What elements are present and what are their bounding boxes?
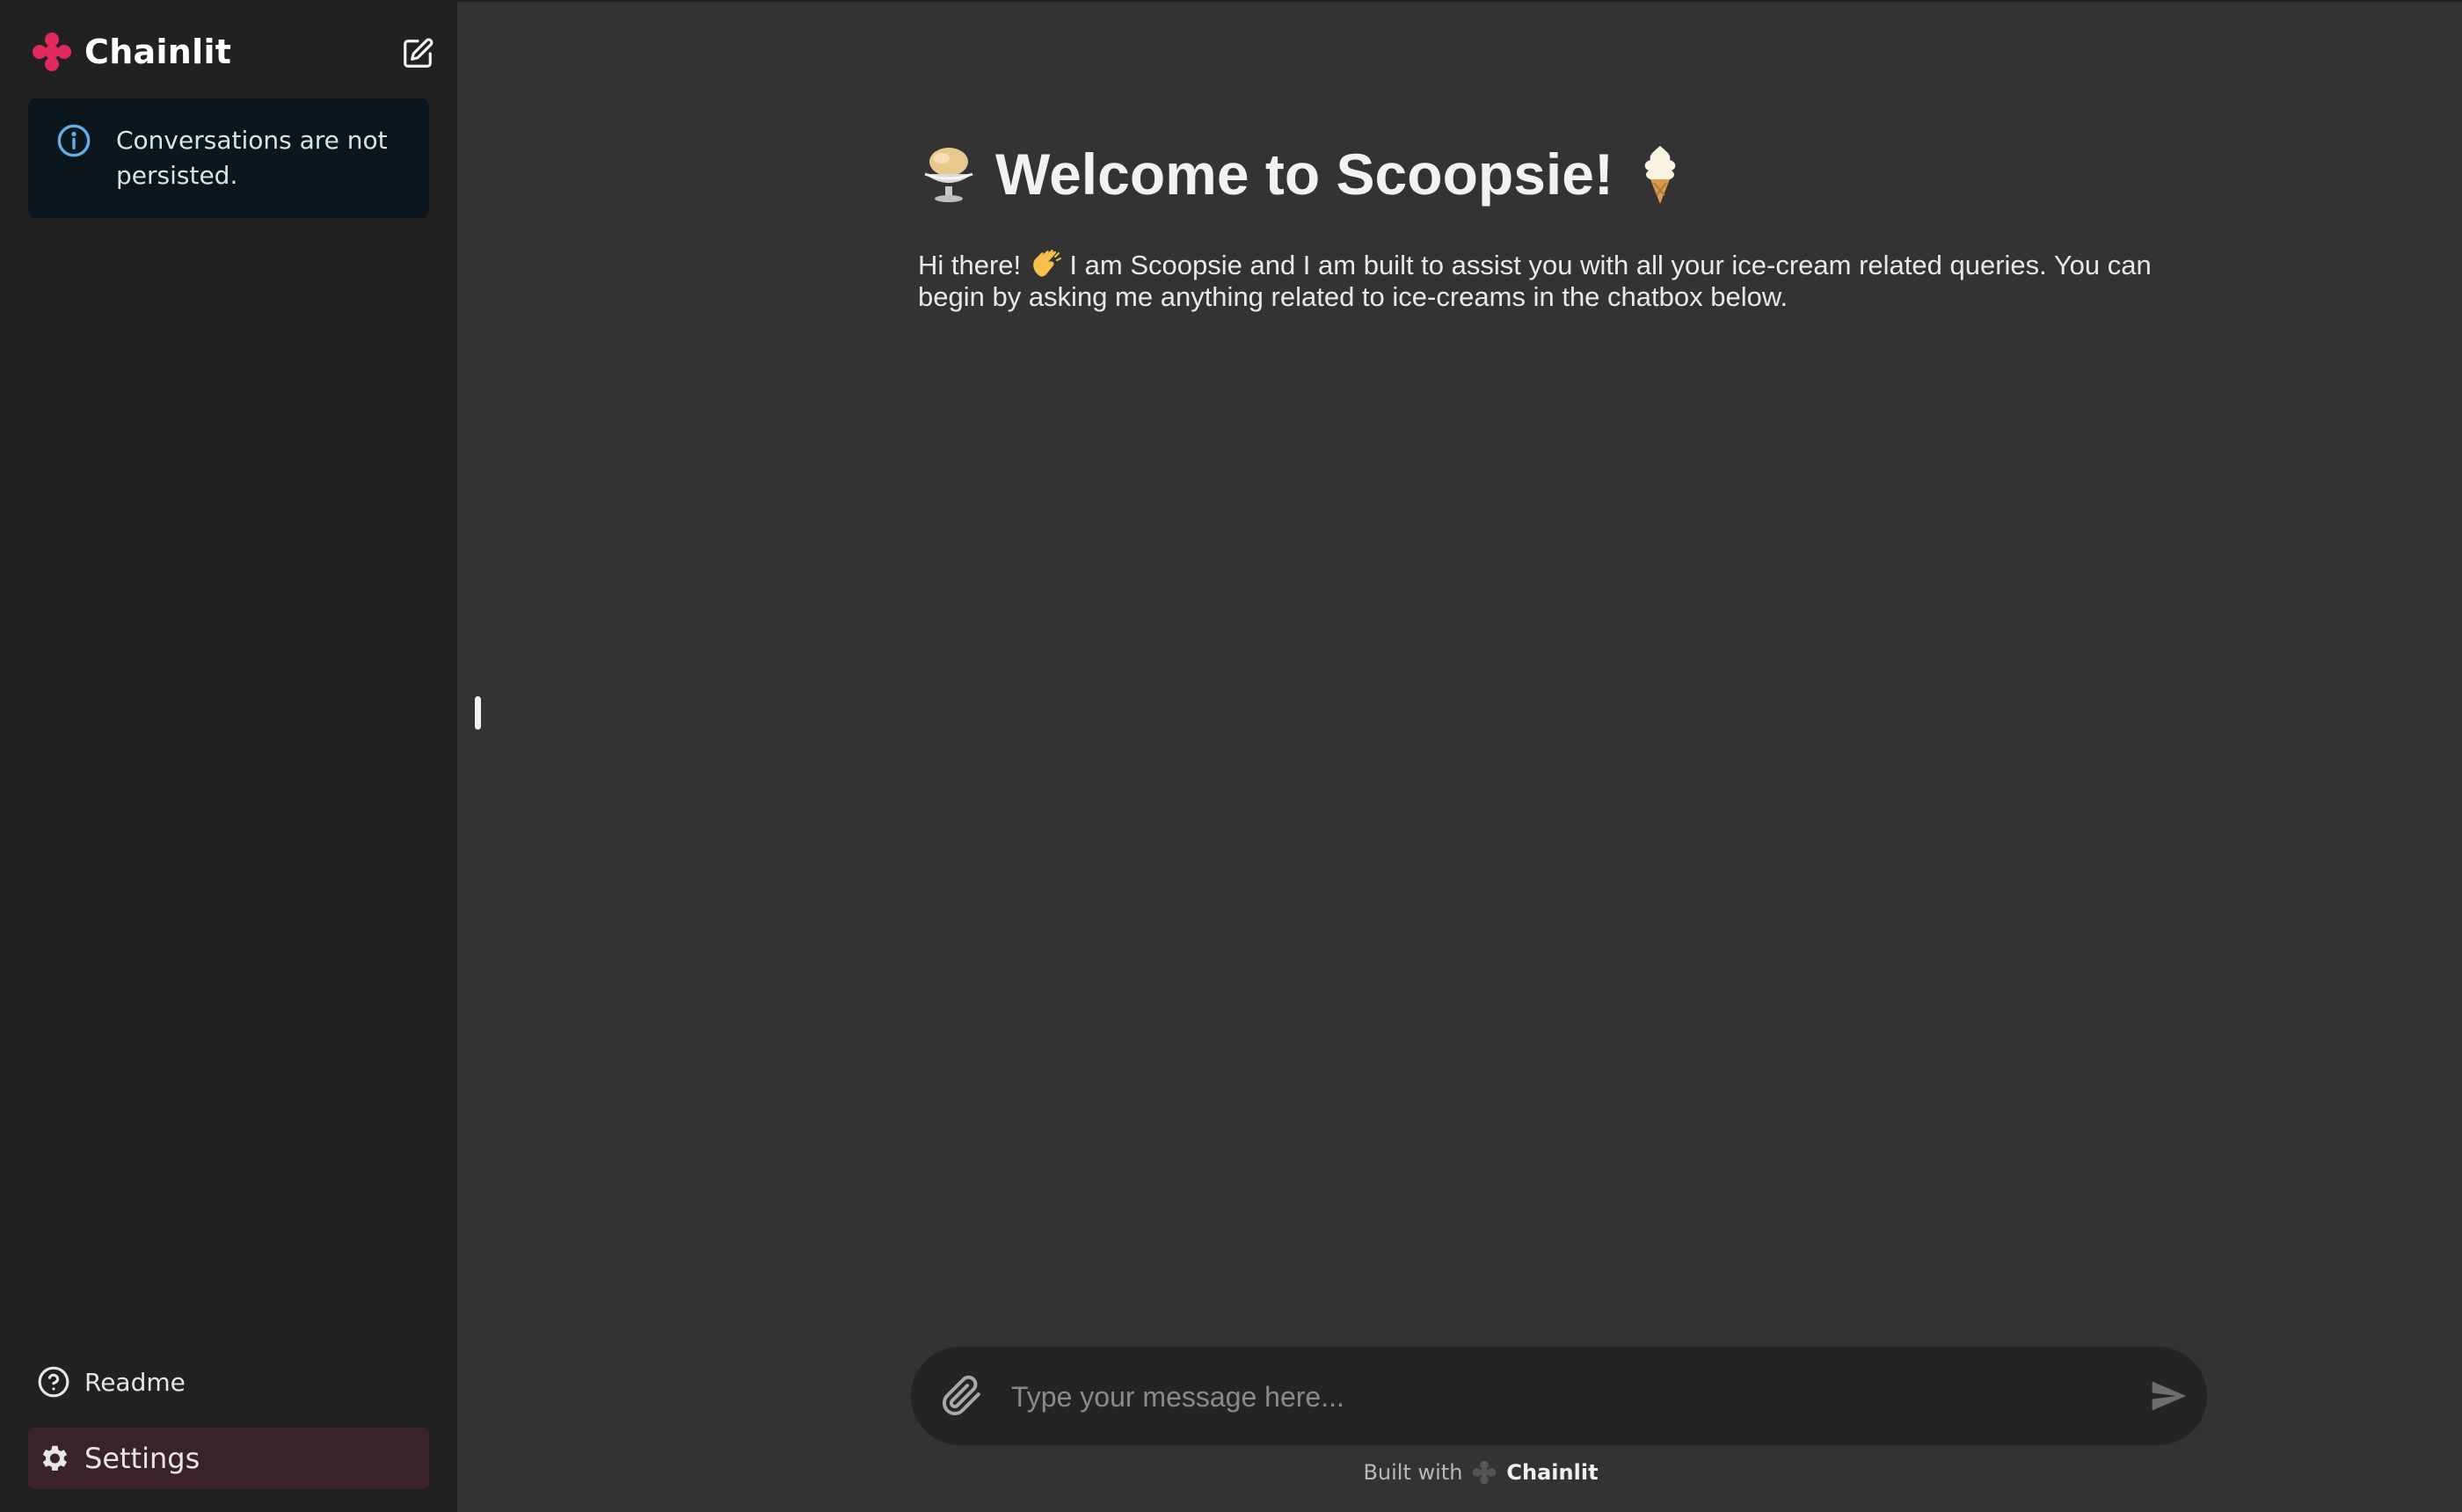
readme-link[interactable]: Readme (28, 1356, 429, 1408)
welcome-title-text: Welcome to Scoopsie! (995, 142, 1613, 207)
sidebar-resize-handle[interactable] (475, 696, 481, 730)
footer-built-with: Built with (1363, 1460, 1463, 1485)
ice-cream-sundae-icon (924, 148, 973, 202)
soft-ice-cream-icon (1644, 146, 1676, 204)
persistence-notice: Conversations are not persisted. (28, 98, 429, 218)
app-window: Chainlit Conversations are not persisted… (0, 0, 2462, 1512)
edit-icon (404, 38, 433, 68)
paperclip-icon[interactable] (941, 1375, 983, 1417)
welcome-message: Hi there! I am Scoopsie and I am built t… (918, 248, 2193, 313)
footer-brand: Chainlit (1506, 1460, 1599, 1485)
settings-label: Settings (84, 1442, 200, 1475)
chainlit-logo-icon (33, 33, 71, 71)
gear-icon (42, 1445, 68, 1471)
notice-text: Conversations are not persisted. (116, 126, 388, 190)
info-icon (57, 124, 91, 157)
chat-area: Welcome to Scoopsie! Hi there! I am Scoo… (457, 0, 2462, 1512)
top-divider (457, 0, 2462, 2)
brand-name: Chainlit (84, 33, 232, 71)
help-circle-icon (38, 1366, 69, 1398)
waving-hand-icon (1033, 250, 1061, 277)
brand[interactable]: Chainlit (30, 30, 231, 74)
new-chat-button[interactable] (397, 33, 438, 74)
welcome-title: Welcome to Scoopsie! (918, 141, 1691, 207)
message-composer (911, 1347, 2207, 1445)
chainlit-logo-muted-icon (1473, 1460, 1497, 1485)
settings-link[interactable]: Settings (28, 1428, 429, 1489)
sidebar: Chainlit Conversations are not persisted… (0, 0, 457, 1512)
send-icon[interactable] (2149, 1377, 2188, 1415)
built-with-footer[interactable]: Built with Chainlit (457, 1459, 2462, 1486)
readme-label: Readme (84, 1367, 186, 1397)
message-input[interactable] (1009, 1368, 2121, 1426)
welcome-description: I am Scoopsie and I am built to assist y… (918, 250, 2152, 312)
welcome-greeting: Hi there! (918, 250, 1022, 280)
